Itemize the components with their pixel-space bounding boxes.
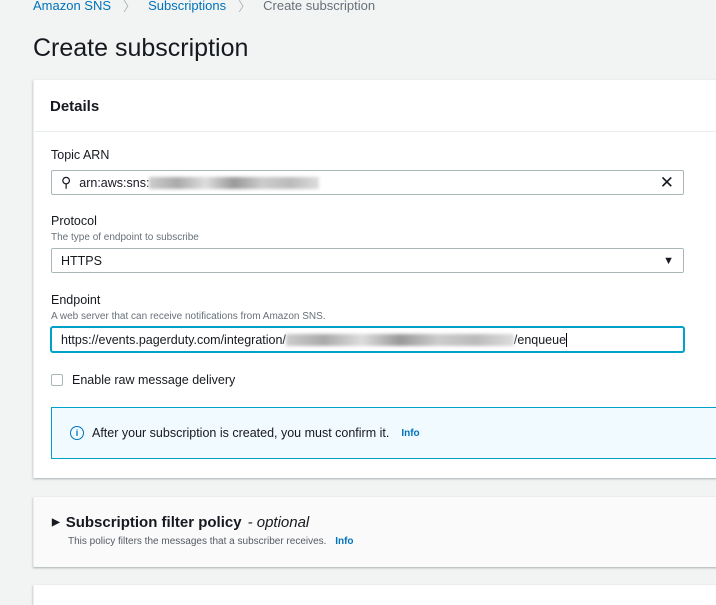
breadcrumb-amazon-sns[interactable]: Amazon SNS <box>33 0 111 13</box>
page-title: Create subscription <box>33 34 249 62</box>
topic-arn-input[interactable]: ⚲ arn:aws:sns: ✕ <box>51 170 684 195</box>
details-panel: Details Topic ARN ⚲ arn:aws:sns: ✕ Proto… <box>33 80 716 478</box>
filter-policy-description: This policy filters the messages that a … <box>68 536 354 547</box>
optional-label: - optional <box>247 514 310 531</box>
caret-down-icon: ▼ <box>663 254 674 267</box>
filter-policy-panel[interactable]: ▶ Subscription filter policy - optional … <box>33 497 716 567</box>
filter-policy-description-text: This policy filters the messages that a … <box>68 536 327 547</box>
alert-text: After your subscription is created, you … <box>92 426 390 440</box>
topic-arn-value: arn:aws:sns: <box>79 175 150 190</box>
endpoint-input[interactable]: https://events.pagerduty.com/integration… <box>51 327 684 352</box>
raw-delivery-checkbox[interactable] <box>51 374 63 386</box>
breadcrumb-current: Create subscription <box>263 0 376 13</box>
info-icon: i <box>70 426 84 440</box>
chevron-right-icon: 〉 <box>238 0 252 14</box>
redacted-text <box>149 176 320 189</box>
info-link[interactable]: Info <box>401 428 419 439</box>
protocol-select[interactable]: HTTPS ▼ <box>51 248 684 273</box>
raw-delivery-label: Enable raw message delivery <box>72 373 236 387</box>
topic-arn-label: Topic ARN <box>51 148 110 162</box>
details-heading: Details <box>34 80 716 132</box>
filter-policy-title: Subscription filter policy <box>65 514 242 531</box>
endpoint-description: A web server that can receive notificati… <box>51 311 326 322</box>
breadcrumb: Amazon SNS 〉 Subscriptions 〉 Create subs… <box>33 0 375 15</box>
endpoint-label: Endpoint <box>51 293 101 307</box>
breadcrumb-subscriptions[interactable]: Subscriptions <box>148 0 226 13</box>
redacted-text <box>285 333 514 346</box>
endpoint-value-suffix: /enqueue <box>513 332 568 347</box>
filter-policy-header[interactable]: ▶ Subscription filter policy - optional <box>52 514 309 531</box>
confirm-alert: i After your subscription is created, yo… <box>51 407 716 459</box>
next-panel <box>33 585 716 605</box>
clear-icon[interactable]: ✕ <box>660 173 674 193</box>
caret-right-icon: ▶ <box>52 517 60 528</box>
filter-info-link[interactable]: Info <box>335 536 353 547</box>
search-icon: ⚲ <box>61 174 72 190</box>
endpoint-value-prefix: https://events.pagerduty.com/integration… <box>61 332 286 347</box>
protocol-description: The type of endpoint to subscribe <box>51 232 199 243</box>
chevron-right-icon: 〉 <box>123 0 137 14</box>
protocol-value: HTTPS <box>61 253 102 268</box>
protocol-label: Protocol <box>51 214 97 228</box>
